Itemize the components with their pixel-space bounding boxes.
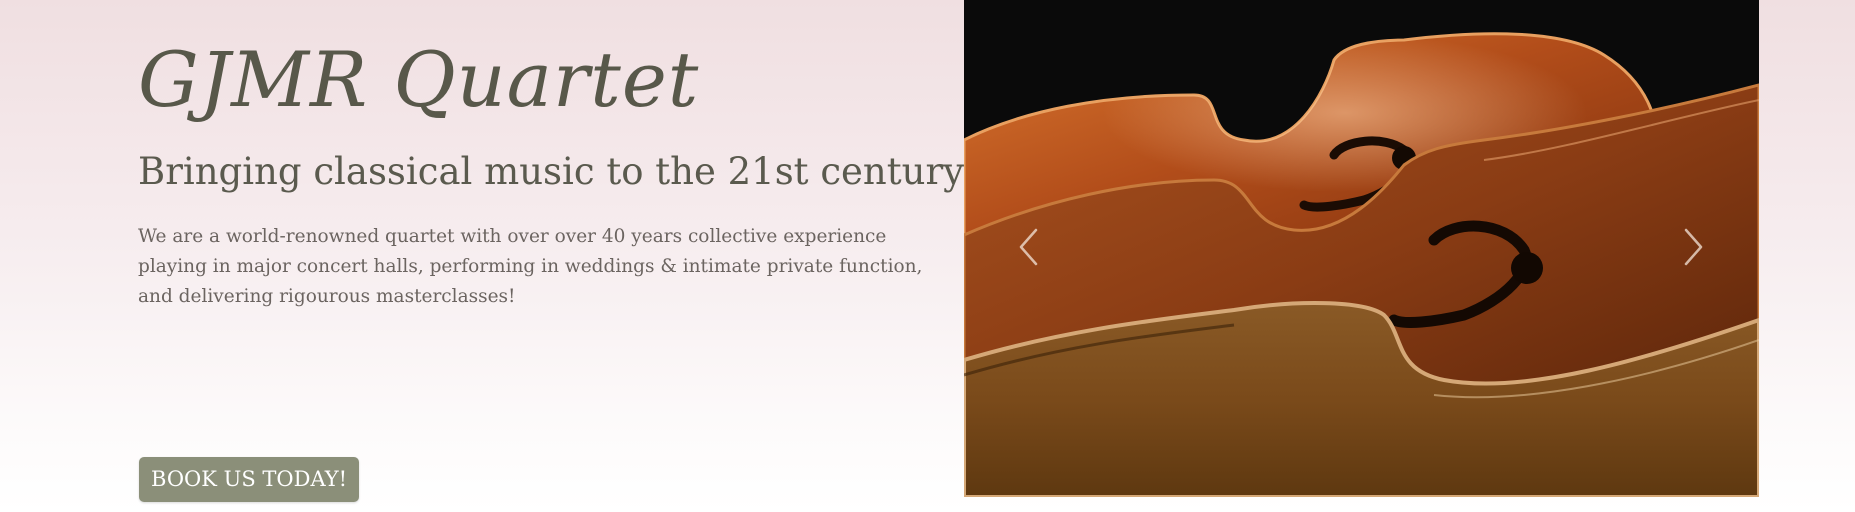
page-title: GJMR Quartet xyxy=(138,35,700,124)
image-carousel xyxy=(964,0,1759,497)
chevron-right-icon xyxy=(1684,228,1703,266)
violins-image xyxy=(964,0,1759,497)
carousel-next-button[interactable] xyxy=(1679,225,1709,269)
intro-paragraph: We are a world-renowned quartet with ove… xyxy=(138,226,923,307)
book-us-button[interactable]: BOOK US TODAY! xyxy=(139,457,360,502)
carousel-prev-button[interactable] xyxy=(1013,225,1043,269)
chevron-left-icon xyxy=(1019,228,1038,266)
page-subtitle: Bringing classical music to the 21st cen… xyxy=(138,150,965,193)
